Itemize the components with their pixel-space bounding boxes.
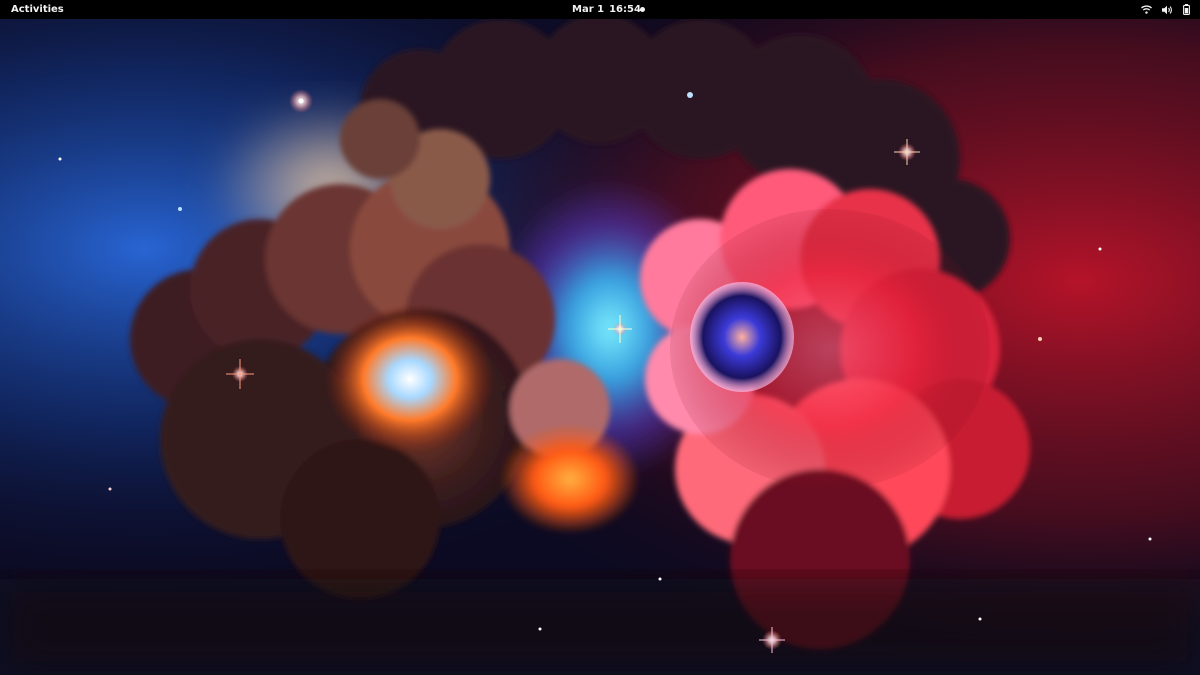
- nebula-wallpaper: [0, 19, 1200, 675]
- clock-date: Mar 1: [572, 4, 605, 15]
- clock-button[interactable]: Mar 1 16:54: [566, 0, 647, 19]
- activities-button[interactable]: Activities: [4, 0, 71, 19]
- clock-time: 16:54: [609, 4, 641, 15]
- battery-icon: [1183, 4, 1190, 15]
- desktop: Activities Mar 1 16:54: [0, 0, 1200, 675]
- top-bar: Activities Mar 1 16:54: [0, 0, 1200, 19]
- volume-icon: [1162, 5, 1173, 15]
- wifi-icon: [1141, 5, 1152, 14]
- system-menu[interactable]: [1137, 0, 1194, 19]
- notification-dot: [640, 7, 645, 12]
- wallpaper: [0, 19, 1200, 675]
